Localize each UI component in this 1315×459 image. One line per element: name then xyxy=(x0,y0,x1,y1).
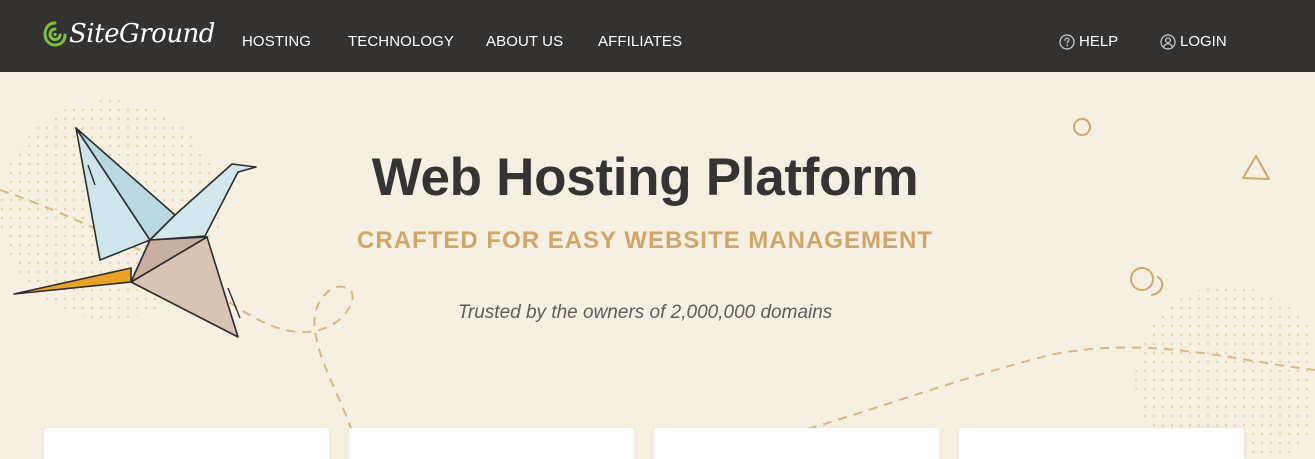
nav-about-us[interactable]: ABOUT US xyxy=(486,33,563,51)
ring-decoration-medium xyxy=(1130,267,1154,291)
top-navigation-bar: SiteGround HOSTING TECHNOLOGY ABOUT US A… xyxy=(0,0,1315,72)
trust-statement: Trusted by the owners of 2,000,000 domai… xyxy=(457,302,833,323)
login-label: LOGIN xyxy=(1180,33,1227,50)
plan-card-2[interactable] xyxy=(349,428,634,459)
plan-card-1[interactable] xyxy=(44,428,329,459)
nav-technology[interactable]: TECHNOLOGY xyxy=(348,33,454,51)
hero-title: Web Hosting Platform xyxy=(371,148,919,207)
help-circle-icon xyxy=(1059,34,1075,50)
nav-hosting[interactable]: HOSTING xyxy=(242,33,311,51)
siteground-logo-icon xyxy=(43,21,67,47)
nav-affiliates[interactable]: AFFILIATES xyxy=(598,33,682,51)
hero-subtitle: CRAFTED FOR EASY WEBSITE MANAGEMENT xyxy=(357,227,933,254)
hero-illustration xyxy=(0,100,1315,459)
siteground-logo[interactable]: SiteGround xyxy=(43,14,215,54)
plan-card-3[interactable] xyxy=(654,428,939,459)
ring-decoration-small xyxy=(1073,118,1091,136)
user-circle-icon xyxy=(1160,34,1176,50)
brand-name: SiteGround xyxy=(69,19,215,49)
login-link[interactable]: LOGIN xyxy=(1160,33,1227,51)
plan-card-4[interactable] xyxy=(959,428,1244,459)
help-label: HELP xyxy=(1079,33,1119,50)
help-link[interactable]: HELP xyxy=(1059,33,1118,51)
